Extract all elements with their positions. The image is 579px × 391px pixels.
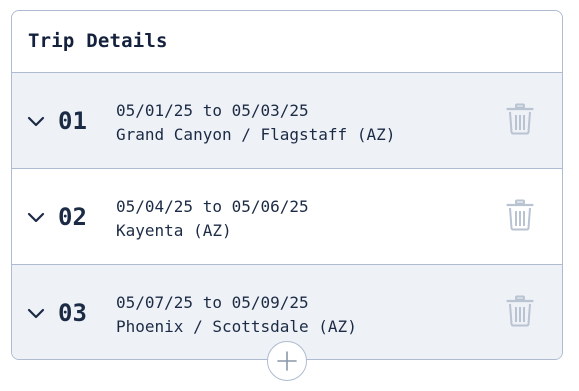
plus-icon <box>277 351 297 371</box>
chevron-down-icon[interactable] <box>26 303 46 323</box>
leg-dates: 05/04/25 to 05/06/25 <box>116 197 309 216</box>
card-title: Trip Details <box>28 30 168 52</box>
card-header: Trip Details <box>12 11 562 73</box>
add-leg-button[interactable] <box>267 341 307 381</box>
leg-dates: 05/01/25 to 05/03/25 <box>116 101 309 120</box>
trash-icon[interactable] <box>506 103 534 135</box>
trip-leg-row: 02 05/04/25 to 05/06/25 Kayenta (AZ) <box>12 169 562 265</box>
leg-number: 03 <box>58 299 87 327</box>
chevron-down-icon[interactable] <box>26 207 46 227</box>
leg-location: Kayenta (AZ) <box>116 221 232 240</box>
trip-leg-row: 01 05/01/25 to 05/03/25 Grand Canyon / F… <box>12 73 562 169</box>
trash-icon[interactable] <box>506 199 534 231</box>
leg-number: 01 <box>58 107 87 135</box>
leg-number: 02 <box>58 203 87 231</box>
leg-dates: 05/07/25 to 05/09/25 <box>116 293 309 312</box>
trash-icon[interactable] <box>506 295 534 327</box>
chevron-down-icon[interactable] <box>26 111 46 131</box>
leg-location: Grand Canyon / Flagstaff (AZ) <box>116 125 396 144</box>
trip-details-card: Trip Details 01 05/01/25 to 05/03/25 Gra… <box>11 10 563 360</box>
leg-location: Phoenix / Scottsdale (AZ) <box>116 317 357 336</box>
